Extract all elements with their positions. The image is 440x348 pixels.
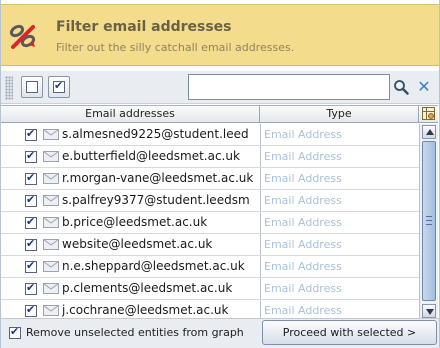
row-email: p.clements@leedsmet.ac.uk: [62, 281, 233, 295]
row-checkbox[interactable]: [25, 193, 37, 207]
row-type: Email Address: [264, 304, 342, 317]
row-type: Email Address: [264, 150, 342, 163]
filter-chain-icon: [9, 24, 36, 49]
vertical-scrollbar[interactable]: [419, 124, 438, 318]
empty-checkbox-icon: [26, 81, 38, 93]
scroll-up-button[interactable]: [422, 125, 436, 139]
table-row[interactable]: n.e.sheppard@leedsmet.ac.uk Email Addres…: [1, 256, 419, 278]
row-checkbox[interactable]: [25, 215, 37, 229]
row-email: s.palfrey9377@student.leedsm: [62, 193, 250, 207]
email-envelope-icon: [43, 151, 59, 162]
column-settings-button[interactable]: [419, 106, 438, 123]
search-input[interactable]: [188, 74, 390, 100]
row-type: Email Address: [264, 172, 342, 185]
magnifier-icon[interactable]: [393, 79, 409, 95]
email-envelope-icon: [43, 305, 59, 316]
table-row[interactable]: p.clements@leedsmet.ac.uk Email Address: [1, 278, 419, 300]
email-envelope-icon: [43, 261, 59, 272]
table-row[interactable]: j.cochrane@leedsmet.ac.uk Email Address: [1, 300, 419, 318]
column-chooser-icon: [422, 107, 435, 120]
thumb-grip-icon: [426, 216, 432, 225]
arrow-down-icon: [426, 309, 434, 315]
table-row[interactable]: s.almesned9225@student.leed Email Addres…: [1, 124, 419, 146]
table-row[interactable]: s.palfrey9377@student.leedsm Email Addre…: [1, 190, 419, 212]
row-email: r.morgan-vane@leedsmet.ac.uk: [62, 171, 254, 185]
row-type: Email Address: [264, 128, 342, 141]
row-checkbox[interactable]: [25, 237, 37, 251]
column-divider: [260, 212, 261, 233]
column-divider: [260, 278, 261, 299]
table-row[interactable]: b.price@leedsmet.ac.uk Email Address: [1, 212, 419, 234]
row-type: Email Address: [264, 194, 342, 207]
email-envelope-icon: [43, 283, 59, 294]
page-description: Filter out the silly catchall email addr…: [56, 41, 295, 54]
email-envelope-icon: [43, 195, 59, 206]
row-type: Email Address: [264, 260, 342, 273]
row-checkbox[interactable]: [25, 303, 37, 317]
remove-unselected-checkbox[interactable]: [9, 325, 21, 339]
table-header: Email addresses Type: [1, 106, 438, 123]
email-envelope-icon: [43, 129, 59, 140]
row-type: Email Address: [264, 216, 342, 229]
column-divider: [260, 300, 261, 318]
row-email: n.e.sheppard@leedsmet.ac.uk: [62, 259, 245, 273]
row-type: Email Address: [264, 282, 342, 295]
table-row[interactable]: e.butterfield@leedsmet.ac.uk Email Addre…: [1, 146, 419, 168]
row-email: j.cochrane@leedsmet.ac.uk: [62, 303, 229, 317]
page-title: Filter email addresses: [56, 19, 232, 35]
select-all-button[interactable]: [48, 76, 70, 98]
row-email: b.price@leedsmet.ac.uk: [62, 215, 208, 229]
row-email: website@leedsmet.ac.uk: [62, 237, 213, 251]
scrollbar-thumb[interactable]: [422, 141, 436, 301]
email-table: Email addresses Type s.almesned9225@stud…: [1, 105, 438, 318]
column-divider: [260, 124, 261, 145]
email-envelope-icon: [43, 217, 59, 228]
email-envelope-icon: [43, 173, 59, 184]
row-email: s.almesned9225@student.leed: [62, 127, 249, 141]
checked-checkbox-icon: [53, 79, 65, 93]
table-row[interactable]: r.morgan-vane@leedsmet.ac.uk Email Addre…: [1, 168, 419, 190]
row-email: e.butterfield@leedsmet.ac.uk: [62, 149, 240, 163]
toolbar-grip-handle[interactable]: [5, 76, 13, 100]
column-divider: [260, 168, 261, 189]
row-checkbox[interactable]: [25, 127, 37, 141]
row-checkbox[interactable]: [25, 281, 37, 295]
row-checkbox[interactable]: [25, 171, 37, 185]
column-divider: [260, 146, 261, 167]
row-type: Email Address: [264, 238, 342, 251]
column-divider: [260, 234, 261, 255]
column-divider: [260, 256, 261, 277]
arrow-up-icon: [426, 129, 434, 135]
row-checkbox[interactable]: [25, 149, 37, 163]
scroll-down-button[interactable]: [422, 304, 436, 318]
column-header-type[interactable]: Type: [260, 106, 419, 123]
remove-unselected-label: Remove unselected entities from graph: [26, 326, 244, 339]
row-checkbox[interactable]: [25, 259, 37, 273]
column-header-email[interactable]: Email addresses: [1, 106, 260, 123]
column-divider: [260, 190, 261, 211]
header-banner: Filter email addresses Filter out the si…: [1, 4, 439, 66]
footer-bar: Remove unselected entities from graph Pr…: [1, 318, 439, 348]
clear-search-icon[interactable]: ✕: [416, 78, 432, 96]
table-row[interactable]: website@leedsmet.ac.uk Email Address: [1, 234, 419, 256]
proceed-button[interactable]: Proceed with selected >: [262, 320, 437, 345]
toolbar: ✕: [1, 71, 439, 104]
select-none-button[interactable]: [21, 76, 43, 98]
email-envelope-icon: [43, 239, 59, 250]
table-body: s.almesned9225@student.leed Email Addres…: [1, 124, 419, 318]
